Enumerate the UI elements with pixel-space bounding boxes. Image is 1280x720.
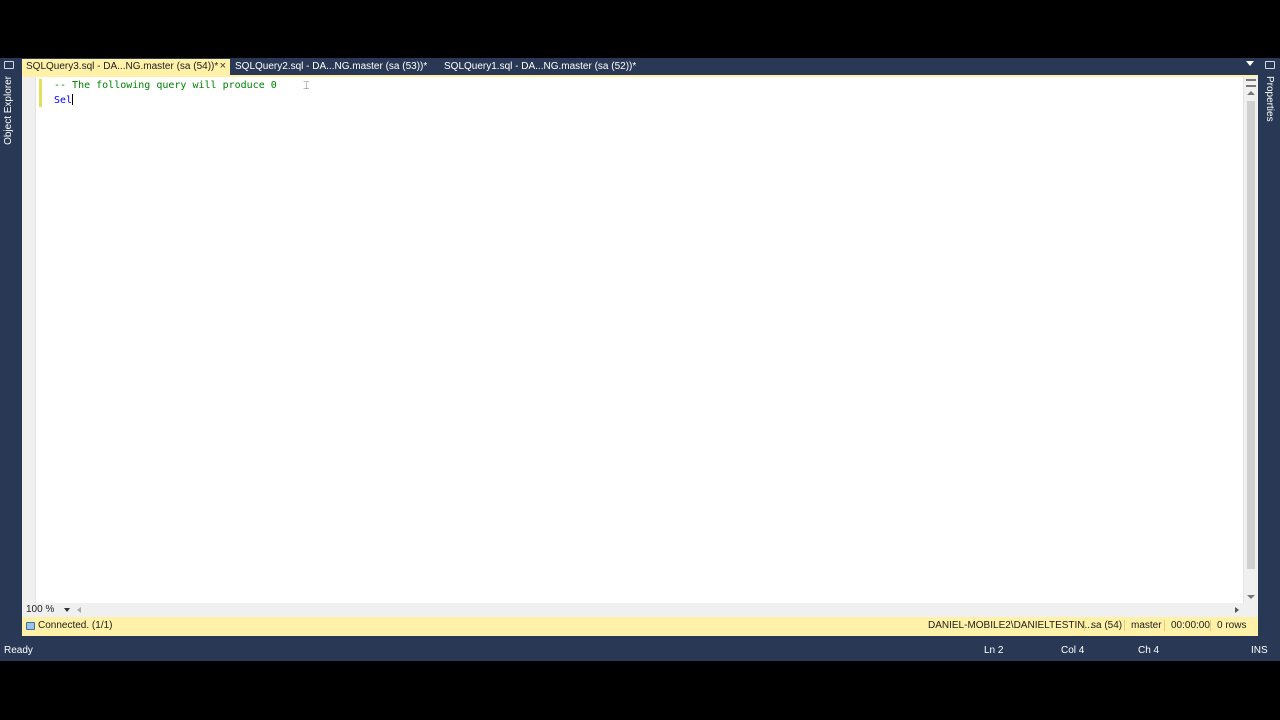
pin-icon[interactable] <box>4 61 14 69</box>
scroll-thumb[interactable] <box>1247 101 1255 569</box>
left-tool-strip: Object Explorer <box>0 58 18 638</box>
document-tab-bar: SQLQuery3.sql - DA...NG.master (sa (54))… <box>22 58 1258 75</box>
query-editor[interactable]: -- The following query will produce 0 Se… <box>22 75 1258 603</box>
login-name: sa (54) <box>1084 620 1122 631</box>
chevron-down-icon[interactable] <box>1246 61 1254 66</box>
server-name: DANIEL-MOBILE2\DANIELTESTIN... <box>928 620 1093 631</box>
close-icon[interactable]: × <box>220 59 226 74</box>
indicator-margin <box>22 77 36 603</box>
scroll-right-icon[interactable] <box>1235 607 1239 613</box>
scroll-left-icon[interactable] <box>77 607 81 613</box>
scroll-up-icon[interactable] <box>1247 91 1255 95</box>
vertical-scrollbar[interactable] <box>1243 77 1258 603</box>
split-handle-icon[interactable] <box>1246 79 1256 87</box>
letterbox-top <box>0 0 1280 58</box>
code-line-comment[interactable]: -- The following query will produce 0 <box>54 80 277 91</box>
scroll-down-icon[interactable] <box>1247 595 1255 599</box>
code-text: Sel <box>54 95 73 106</box>
char-number: Ch 4 <box>1138 645 1160 656</box>
status-text: Ready <box>4 645 33 656</box>
properties-tab[interactable]: Properties <box>1264 76 1275 122</box>
change-tracking-bar <box>39 79 42 107</box>
code-line-select[interactable]: Sel <box>54 94 74 106</box>
right-tool-strip: Properties <box>1259 58 1280 638</box>
tab-label: SQLQuery1.sql - DA...NG.master (sa (52))… <box>444 61 637 72</box>
object-explorer-tab[interactable]: Object Explorer <box>3 76 14 145</box>
line-number: Ln 2 <box>984 645 1004 656</box>
column-number: Col 4 <box>1061 645 1085 656</box>
zoom-bar: 100 % <box>22 603 1258 617</box>
tab-label: SQLQuery2.sql - DA...NG.master (sa (53))… <box>235 61 428 72</box>
tab-label: SQLQuery3.sql - DA...NG.master (sa (54))… <box>26 61 219 72</box>
tab-sqlquery1[interactable]: SQLQuery1.sql - DA...NG.master (sa (52))… <box>440 59 646 75</box>
insert-mode: INS <box>1251 645 1268 656</box>
row-count: 0 rows <box>1210 620 1246 631</box>
tab-sqlquery3[interactable]: SQLQuery3.sql - DA...NG.master (sa (54))… <box>22 59 230 75</box>
zoom-level[interactable]: 100 % <box>26 604 54 615</box>
pin-icon[interactable] <box>1265 61 1275 69</box>
tab-sqlquery2[interactable]: SQLQuery2.sql - DA...NG.master (sa (53))… <box>231 59 437 75</box>
query-status-bar: Connected. (1/1) DANIEL-MOBILE2\DANIELTE… <box>22 617 1258 636</box>
chevron-down-icon[interactable] <box>64 608 70 612</box>
connection-status: Connected. (1/1) <box>38 620 113 631</box>
text-caret <box>72 94 74 105</box>
letterbox-bottom <box>0 661 1280 720</box>
ibeam-cursor-icon: ⌶ <box>303 79 310 92</box>
elapsed-time: 00:00:00 <box>1164 620 1210 631</box>
connection-icon <box>26 622 35 630</box>
ssms-window: Object Explorer Properties SQLQuery3.sql… <box>0 58 1280 661</box>
database-name: master <box>1124 620 1162 631</box>
status-bar: Ready Ln 2 Col 4 Ch 4 INS <box>0 638 1280 661</box>
